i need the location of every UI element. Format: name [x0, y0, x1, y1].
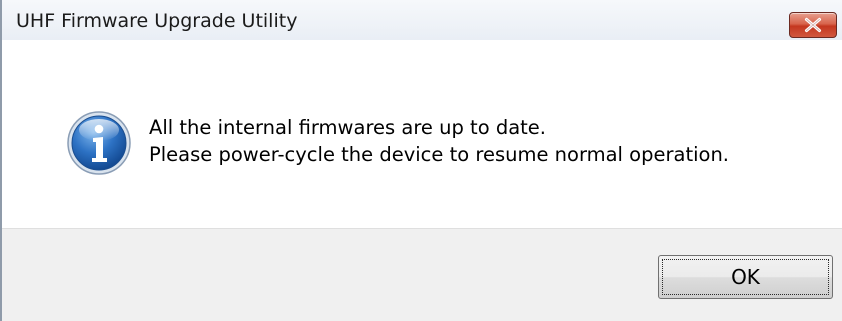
- info-icon: [67, 111, 131, 175]
- window-title: UHF Firmware Upgrade Utility: [16, 10, 298, 32]
- message-line-2: Please power-cycle the device to resume …: [149, 143, 730, 166]
- close-button[interactable]: [789, 12, 837, 38]
- message-dialog: UHF Firmware Upgrade Utility All the int…: [0, 0, 842, 321]
- ok-button-label: OK: [731, 265, 760, 289]
- title-bar[interactable]: UHF Firmware Upgrade Utility: [2, 0, 842, 40]
- message-line-1: All the internal firmwares are up to dat…: [149, 116, 546, 139]
- close-icon: [804, 17, 822, 33]
- dialog-message: All the internal firmwares are up to dat…: [149, 114, 729, 168]
- dialog-content: All the internal firmwares are up to dat…: [2, 40, 842, 228]
- ok-button[interactable]: OK: [658, 255, 833, 299]
- dialog-footer: OK: [2, 228, 842, 321]
